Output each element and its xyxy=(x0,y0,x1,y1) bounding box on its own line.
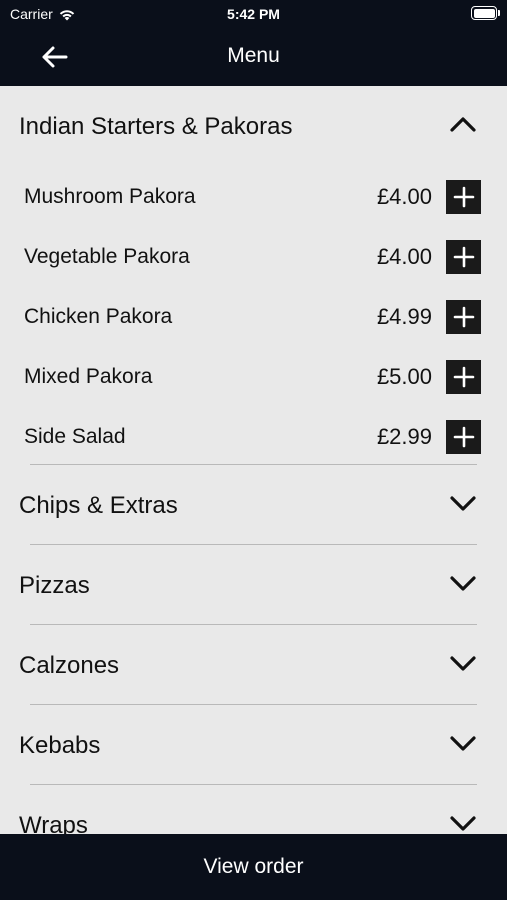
category-title: Indian Starters & Pakoras xyxy=(19,113,293,140)
menu-item: Chicken Pakora £4.99 xyxy=(0,288,507,348)
view-order-label: View order xyxy=(203,855,304,878)
category-header-chips-extras[interactable]: Chips & Extras xyxy=(0,465,507,545)
category-header-pizzas[interactable]: Pizzas xyxy=(0,545,507,625)
item-name: Mushroom Pakora xyxy=(24,185,196,208)
chevron-down-icon xyxy=(450,816,476,831)
chevron-down-icon xyxy=(450,736,476,751)
category-header-indian-starters[interactable]: Indian Starters & Pakoras xyxy=(0,86,507,168)
add-item-button[interactable] xyxy=(446,420,481,454)
category-title: Kebabs xyxy=(19,732,101,759)
category-items: Mushroom Pakora £4.00 Vegetable Pakora £… xyxy=(0,168,507,465)
category-header-kebabs[interactable]: Kebabs xyxy=(0,705,507,785)
menu-item: Vegetable Pakora £4.00 xyxy=(0,228,507,288)
category-title: Pizzas xyxy=(19,572,90,599)
navigation-bar: Menu xyxy=(0,28,507,86)
menu-list[interactable]: Indian Starters & Pakoras Mushroom Pakor… xyxy=(0,86,507,834)
add-item-button[interactable] xyxy=(446,360,481,394)
item-price: £5.00 xyxy=(376,364,432,389)
item-name: Chicken Pakora xyxy=(24,305,173,328)
item-name: Mixed Pakora xyxy=(24,365,153,388)
plus-icon xyxy=(453,426,474,448)
category-title: Chips & Extras xyxy=(19,492,178,519)
plus-icon xyxy=(453,306,474,328)
chevron-down-icon xyxy=(450,656,476,671)
status-time: 5:42 PM xyxy=(227,6,280,22)
add-item-button[interactable] xyxy=(446,180,481,214)
menu-item: Mushroom Pakora £4.00 xyxy=(0,168,507,228)
battery-cap xyxy=(498,10,500,16)
plus-icon xyxy=(453,246,474,268)
plus-icon xyxy=(453,186,474,208)
item-name: Vegetable Pakora xyxy=(24,245,190,268)
status-bar: Carrier 5:42 PM xyxy=(0,0,507,28)
category-header-calzones[interactable]: Calzones xyxy=(0,625,507,705)
item-price: £4.00 xyxy=(376,184,432,209)
item-price: £4.00 xyxy=(376,244,432,269)
chevron-up-icon xyxy=(450,117,476,132)
battery-icon xyxy=(471,6,497,20)
page-title: Menu xyxy=(227,44,280,67)
item-price: £4.99 xyxy=(376,304,432,329)
category-title: Calzones xyxy=(19,652,120,679)
menu-item: Side Salad £2.99 xyxy=(0,408,507,468)
item-price: £2.99 xyxy=(376,424,432,449)
menu-item: Mixed Pakora £5.00 xyxy=(0,348,507,408)
chevron-down-icon xyxy=(450,496,476,511)
item-name: Side Salad xyxy=(24,425,126,448)
view-order-button[interactable]: View order xyxy=(0,834,507,900)
add-item-button[interactable] xyxy=(446,240,481,274)
add-item-button[interactable] xyxy=(446,300,481,334)
category-title: Wraps xyxy=(19,812,88,834)
plus-icon xyxy=(453,366,474,388)
chevron-down-icon xyxy=(450,576,476,591)
category-header-wraps[interactable]: Wraps xyxy=(0,785,507,834)
